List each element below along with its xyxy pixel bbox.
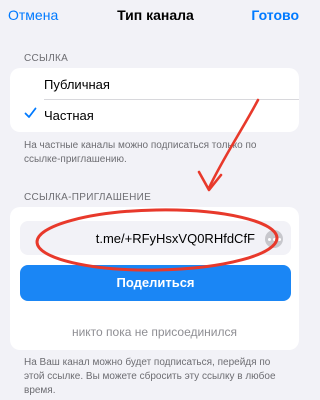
link-type-card: Публичная Частная bbox=[10, 68, 299, 132]
checkmark-icon bbox=[24, 106, 37, 125]
done-button[interactable]: Готово bbox=[251, 7, 299, 23]
invite-section-header: ССЫЛКА-ПРИГЛАШЕНИЕ bbox=[24, 192, 152, 203]
share-button-label: Поделиться bbox=[116, 275, 195, 290]
joined-status: никто пока не присоединился bbox=[71, 325, 238, 339]
link-section-header: ССЫЛКА bbox=[24, 53, 69, 64]
more-options-icon[interactable] bbox=[265, 230, 283, 248]
footer-line: На частные каналы можно подписаться толь… bbox=[24, 140, 257, 151]
option-private[interactable]: Частная bbox=[10, 100, 299, 130]
share-button[interactable]: Поделиться bbox=[20, 265, 291, 301]
option-public[interactable]: Публичная bbox=[10, 69, 299, 99]
footer-line: ссылке-приглашению. bbox=[24, 154, 127, 165]
invite-link-field[interactable]: t.me/+RFyHsxVQ0RHfdCfF bbox=[20, 221, 291, 255]
navigation-bar: Отмена Тип канала Готово bbox=[0, 0, 311, 30]
option-private-label: Частная bbox=[44, 108, 94, 123]
footer-line: время. bbox=[24, 385, 56, 396]
footer-line: этой ссылке. Вы можете сбросить эту ссыл… bbox=[24, 371, 276, 382]
invite-section-footer: На Ваш канал можно будет подписаться, пе… bbox=[24, 356, 276, 398]
invite-link-card: t.me/+RFyHsxVQ0RHfdCfF Поделиться никто … bbox=[10, 207, 299, 350]
footer-line: На Ваш канал можно будет подписаться, пе… bbox=[24, 357, 271, 368]
invite-link-text: t.me/+RFyHsxVQ0RHfdCfF bbox=[95, 231, 255, 246]
option-public-label: Публичная bbox=[44, 77, 110, 92]
link-section-footer: На частные каналы можно подписаться толь… bbox=[24, 139, 256, 167]
